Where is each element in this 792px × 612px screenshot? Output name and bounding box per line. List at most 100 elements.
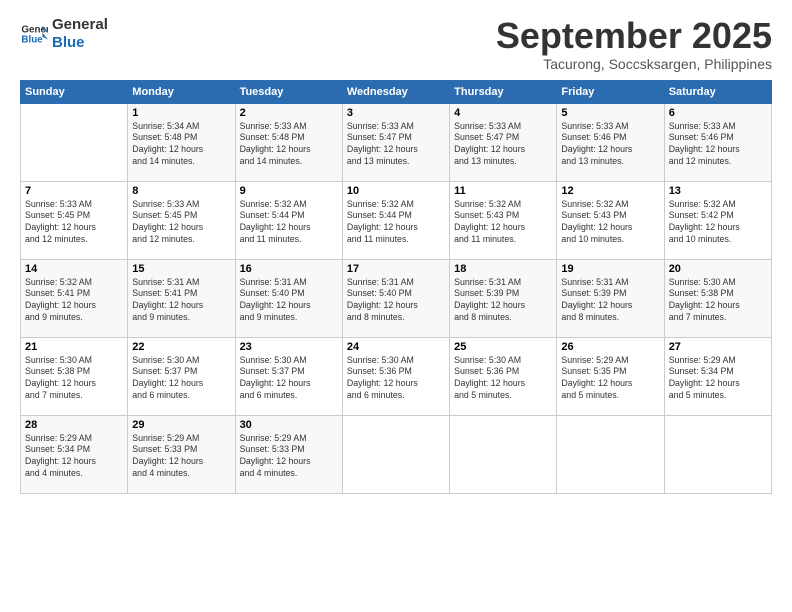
day-number: 23: [240, 341, 338, 353]
day-number: 27: [669, 341, 767, 353]
calendar-cell: 14 Sunrise: 5:32 AMSunset: 5:41 PMDayligh…: [21, 259, 128, 337]
calendar-cell: 2 Sunrise: 5:33 AMSunset: 5:48 PMDaylight…: [235, 103, 342, 181]
day-number: 16: [240, 263, 338, 275]
day-info: Sunrise: 5:33 AMSunset: 5:46 PMDaylight:…: [669, 121, 767, 169]
day-info: Sunrise: 5:29 AMSunset: 5:35 PMDaylight:…: [561, 355, 659, 403]
calendar-cell: 25 Sunrise: 5:30 AMSunset: 5:36 PMDayligh…: [450, 337, 557, 415]
calendar-cell: 21 Sunrise: 5:30 AMSunset: 5:38 PMDayligh…: [21, 337, 128, 415]
svg-text:Blue: Blue: [21, 34, 43, 45]
day-info: Sunrise: 5:32 AMSunset: 5:43 PMDaylight:…: [454, 199, 552, 247]
day-info: Sunrise: 5:33 AMSunset: 5:46 PMDaylight:…: [561, 121, 659, 169]
week-row-2: 7 Sunrise: 5:33 AMSunset: 5:45 PMDaylight…: [21, 181, 772, 259]
col-header-monday: Monday: [128, 80, 235, 103]
day-number: 26: [561, 341, 659, 353]
month-title: September 2025: [496, 16, 772, 56]
calendar-cell: 3 Sunrise: 5:33 AMSunset: 5:47 PMDaylight…: [342, 103, 449, 181]
day-number: 10: [347, 185, 445, 197]
calendar-cell: 1 Sunrise: 5:34 AMSunset: 5:48 PMDaylight…: [128, 103, 235, 181]
calendar-cell: 18 Sunrise: 5:31 AMSunset: 5:39 PMDayligh…: [450, 259, 557, 337]
day-number: 1: [132, 107, 230, 119]
day-info: Sunrise: 5:31 AMSunset: 5:41 PMDaylight:…: [132, 277, 230, 325]
week-row-5: 28Sunrise: 5:29 AMSunset: 5:34 PMDayligh…: [21, 415, 772, 493]
day-number: 9: [240, 185, 338, 197]
col-header-wednesday: Wednesday: [342, 80, 449, 103]
day-number: 18: [454, 263, 552, 275]
day-info: Sunrise: 5:32 AMSunset: 5:44 PMDaylight:…: [240, 199, 338, 247]
col-header-friday: Friday: [557, 80, 664, 103]
calendar-cell: 23 Sunrise: 5:30 AMSunset: 5:37 PMDayligh…: [235, 337, 342, 415]
calendar-cell: 15Sunrise: 5:31 AMSunset: 5:41 PMDayligh…: [128, 259, 235, 337]
col-header-tuesday: Tuesday: [235, 80, 342, 103]
day-info: Sunrise: 5:33 AMSunset: 5:45 PMDaylight:…: [132, 199, 230, 247]
location: Tacurong, Soccsksargen, Philippines: [496, 56, 772, 72]
calendar-cell: 19 Sunrise: 5:31 AMSunset: 5:39 PMDayligh…: [557, 259, 664, 337]
header: General Blue General Blue September 2025…: [20, 16, 772, 72]
day-number: 6: [669, 107, 767, 119]
day-number: 17: [347, 263, 445, 275]
calendar-cell: 9 Sunrise: 5:32 AMSunset: 5:44 PMDaylight…: [235, 181, 342, 259]
day-info: Sunrise: 5:31 AMSunset: 5:39 PMDaylight:…: [561, 277, 659, 325]
day-number: 29: [132, 419, 230, 431]
col-header-saturday: Saturday: [664, 80, 771, 103]
day-number: 25: [454, 341, 552, 353]
week-row-4: 21 Sunrise: 5:30 AMSunset: 5:38 PMDayligh…: [21, 337, 772, 415]
day-number: 19: [561, 263, 659, 275]
day-info: Sunrise: 5:29 AMSunset: 5:34 PMDaylight:…: [669, 355, 767, 403]
calendar-cell: 11 Sunrise: 5:32 AMSunset: 5:43 PMDayligh…: [450, 181, 557, 259]
calendar-cell: 26 Sunrise: 5:29 AMSunset: 5:35 PMDayligh…: [557, 337, 664, 415]
calendar-cell: 24 Sunrise: 5:30 AMSunset: 5:36 PMDayligh…: [342, 337, 449, 415]
day-number: 8: [132, 185, 230, 197]
day-info: Sunrise: 5:30 AMSunset: 5:38 PMDaylight:…: [669, 277, 767, 325]
day-info: Sunrise: 5:30 AMSunset: 5:38 PMDaylight:…: [25, 355, 123, 403]
calendar-cell: [557, 415, 664, 493]
calendar-cell: [664, 415, 771, 493]
col-header-thursday: Thursday: [450, 80, 557, 103]
day-info: Sunrise: 5:29 AMSunset: 5:34 PMDaylight:…: [25, 433, 123, 481]
day-number: 2: [240, 107, 338, 119]
calendar-cell: 12Sunrise: 5:32 AMSunset: 5:43 PMDayligh…: [557, 181, 664, 259]
col-header-sunday: Sunday: [21, 80, 128, 103]
calendar-cell: 30Sunrise: 5:29 AMSunset: 5:33 PMDayligh…: [235, 415, 342, 493]
day-number: 7: [25, 185, 123, 197]
day-info: Sunrise: 5:33 AMSunset: 5:48 PMDaylight:…: [240, 121, 338, 169]
day-info: Sunrise: 5:32 AMSunset: 5:43 PMDaylight:…: [561, 199, 659, 247]
day-info: Sunrise: 5:30 AMSunset: 5:37 PMDaylight:…: [240, 355, 338, 403]
day-info: Sunrise: 5:32 AMSunset: 5:42 PMDaylight:…: [669, 199, 767, 247]
calendar-cell: 10 Sunrise: 5:32 AMSunset: 5:44 PMDayligh…: [342, 181, 449, 259]
calendar-cell: 17Sunrise: 5:31 AMSunset: 5:40 PMDayligh…: [342, 259, 449, 337]
calendar-cell: 20 Sunrise: 5:30 AMSunset: 5:38 PMDayligh…: [664, 259, 771, 337]
day-number: 22: [132, 341, 230, 353]
week-row-3: 14 Sunrise: 5:32 AMSunset: 5:41 PMDayligh…: [21, 259, 772, 337]
day-number: 3: [347, 107, 445, 119]
day-info: Sunrise: 5:33 AMSunset: 5:47 PMDaylight:…: [454, 121, 552, 169]
day-number: 11: [454, 185, 552, 197]
day-number: 24: [347, 341, 445, 353]
calendar-cell: [450, 415, 557, 493]
day-info: Sunrise: 5:29 AMSunset: 5:33 PMDaylight:…: [132, 433, 230, 481]
title-block: September 2025 Tacurong, Soccsksargen, P…: [496, 16, 772, 72]
calendar-cell: [342, 415, 449, 493]
week-row-1: 1 Sunrise: 5:34 AMSunset: 5:48 PMDaylight…: [21, 103, 772, 181]
day-number: 5: [561, 107, 659, 119]
day-info: Sunrise: 5:31 AMSunset: 5:39 PMDaylight:…: [454, 277, 552, 325]
calendar-cell: 8 Sunrise: 5:33 AMSunset: 5:45 PMDaylight…: [128, 181, 235, 259]
day-info: Sunrise: 5:31 AMSunset: 5:40 PMDaylight:…: [240, 277, 338, 325]
day-number: 13: [669, 185, 767, 197]
day-info: Sunrise: 5:34 AMSunset: 5:48 PMDaylight:…: [132, 121, 230, 169]
page: General Blue General Blue September 2025…: [0, 0, 792, 612]
calendar-cell: 27 Sunrise: 5:29 AMSunset: 5:34 PMDayligh…: [664, 337, 771, 415]
calendar-cell: 4Sunrise: 5:33 AMSunset: 5:47 PMDaylight…: [450, 103, 557, 181]
header-row: SundayMondayTuesdayWednesdayThursdayFrid…: [21, 80, 772, 103]
day-number: 14: [25, 263, 123, 275]
calendar-table: SundayMondayTuesdayWednesdayThursdayFrid…: [20, 80, 772, 494]
calendar-cell: 13 Sunrise: 5:32 AMSunset: 5:42 PMDayligh…: [664, 181, 771, 259]
day-number: 20: [669, 263, 767, 275]
day-info: Sunrise: 5:32 AMSunset: 5:41 PMDaylight:…: [25, 277, 123, 325]
calendar-cell: 6 Sunrise: 5:33 AMSunset: 5:46 PMDaylight…: [664, 103, 771, 181]
day-info: Sunrise: 5:33 AMSunset: 5:47 PMDaylight:…: [347, 121, 445, 169]
logo-general: General: [52, 16, 108, 34]
day-info: Sunrise: 5:30 AMSunset: 5:36 PMDaylight:…: [454, 355, 552, 403]
day-info: Sunrise: 5:32 AMSunset: 5:44 PMDaylight:…: [347, 199, 445, 247]
day-info: Sunrise: 5:30 AMSunset: 5:36 PMDaylight:…: [347, 355, 445, 403]
day-number: 21: [25, 341, 123, 353]
